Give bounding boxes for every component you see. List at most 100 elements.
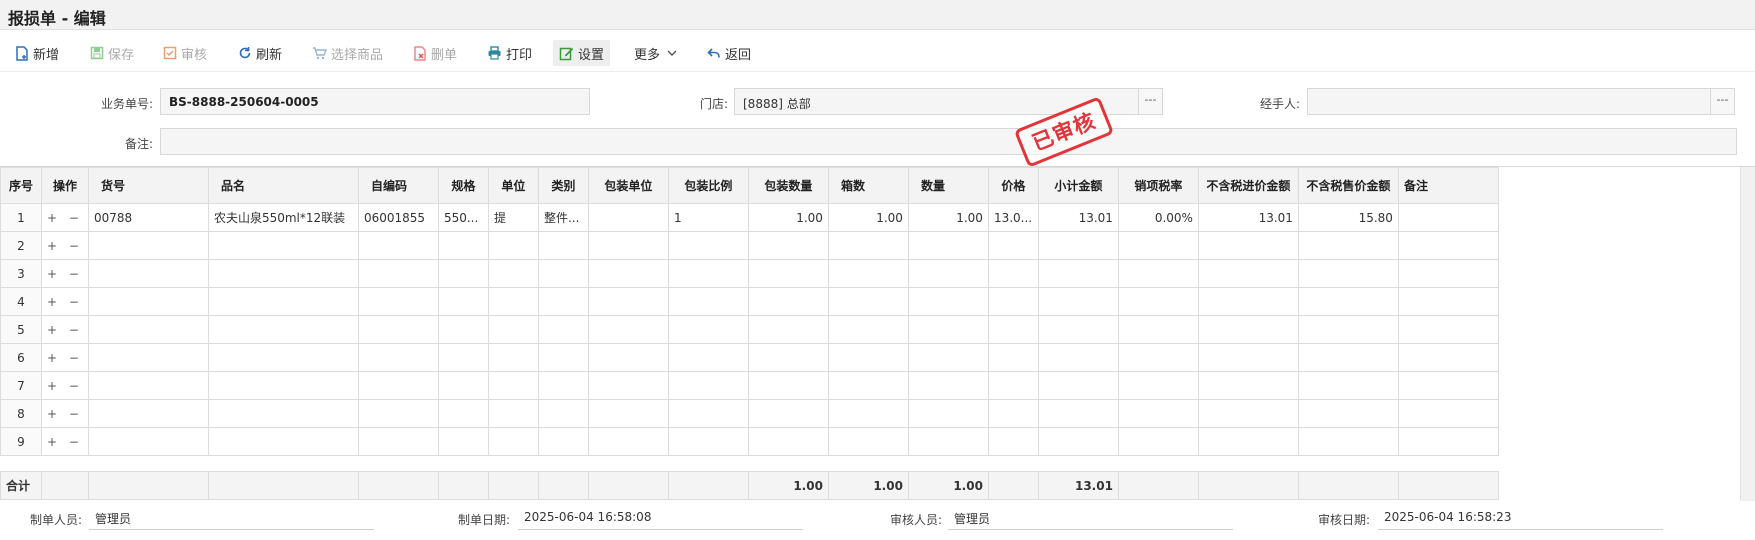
grid-cell[interactable] [587,427,669,456]
grid-cell[interactable] [1037,315,1119,344]
settings-button[interactable]: 设置 [553,40,611,66]
grid-cell[interactable] [437,287,489,316]
grid-cell[interactable] [1117,399,1199,428]
grid-cell[interactable] [1297,315,1399,344]
col-pack-qty-header[interactable]: 包装数量 [747,167,829,204]
grid-cell[interactable] [987,259,1039,288]
grid-cell[interactable] [827,427,909,456]
grid-cell[interactable] [987,315,1039,344]
col-spec-header[interactable]: 规格 [437,167,489,204]
grid-cell[interactable] [1197,427,1299,456]
vertical-scrollbar[interactable] [1740,167,1755,501]
grid-cell[interactable] [667,231,749,260]
grid-cell[interactable] [907,315,989,344]
grid-cell[interactable] [487,259,539,288]
grid-cell[interactable]: 13.01 [1197,203,1299,232]
new-button[interactable]: 新增 [9,40,65,66]
grid-cell[interactable] [1197,231,1299,260]
grid-cell[interactable] [987,399,1039,428]
grid-cell[interactable] [587,343,669,372]
col-unit-header[interactable]: 单位 [487,167,539,204]
grid-cell[interactable] [207,315,359,344]
grid-cell[interactable]: 1.00 [827,203,909,232]
grid-cell[interactable] [437,371,489,400]
grid-cell[interactable] [487,315,539,344]
grid-cell[interactable] [907,231,989,260]
grid-cell[interactable] [1297,399,1399,428]
grid-cell[interactable]: 1.00 [747,203,829,232]
refresh-button[interactable]: 刷新 [232,40,288,66]
grid-cell[interactable] [207,259,359,288]
col-boxes-header[interactable]: 箱数 [827,167,909,204]
grid-cell[interactable] [1397,259,1499,288]
grid-cell[interactable] [747,371,829,400]
grid-cell[interactable] [667,287,749,316]
grid-cell[interactable] [537,343,589,372]
grid-cell[interactable] [987,231,1039,260]
grid-cell[interactable] [1117,343,1199,372]
grid-cell[interactable] [207,343,359,372]
grid-cell[interactable] [537,287,589,316]
grid-cell[interactable] [437,231,489,260]
grid-cell[interactable] [827,259,909,288]
grid-cell[interactable] [1397,287,1499,316]
grid-cell[interactable] [1397,371,1499,400]
grid-cell[interactable] [1297,371,1399,400]
table-row[interactable]: 9 + − [0,427,1499,456]
grid-cell[interactable] [437,343,489,372]
grid-cell[interactable] [667,259,749,288]
grid-cell[interactable] [357,315,439,344]
grid-cell[interactable] [667,399,749,428]
col-name-header[interactable]: 品名 [207,167,359,204]
table-row[interactable]: 7 + − [0,371,1499,400]
grid-cell[interactable] [667,343,749,372]
select-goods-button[interactable]: 选择商品 [306,40,389,66]
grid-cell[interactable] [1397,343,1499,372]
print-button[interactable]: 打印 [481,40,538,66]
grid-cell[interactable]: 13.01 [1037,203,1119,232]
grid-cell[interactable] [1397,231,1499,260]
grid-cell[interactable] [987,427,1039,456]
col-qty-header[interactable]: 数量 [907,167,989,204]
grid-cell[interactable] [587,259,669,288]
grid-cell[interactable] [1117,371,1199,400]
grid-cell[interactable] [587,315,669,344]
grid-cell[interactable] [487,231,539,260]
col-sale-excl-tax-header[interactable]: 不含税售价金额 [1297,167,1399,204]
grid-cell[interactable] [1297,343,1399,372]
grid-cell[interactable] [907,371,989,400]
remark-field[interactable] [160,128,1737,155]
grid-cell[interactable]: 1 [667,203,749,232]
grid-cell[interactable] [487,343,539,372]
grid-cell[interactable]: 0.00% [1117,203,1199,232]
grid-cell[interactable] [827,231,909,260]
grid-cell[interactable] [1397,427,1499,456]
grid-cell[interactable] [87,287,209,316]
grid-cell[interactable] [87,427,209,456]
grid-cell[interactable] [207,231,359,260]
grid-cell[interactable] [1117,231,1199,260]
col-pack-ratio-header[interactable]: 包装比例 [667,167,749,204]
grid-cell[interactable] [827,315,909,344]
col-cost-excl-tax-header[interactable]: 不含税进价金额 [1197,167,1299,204]
col-category-header[interactable]: 类别 [537,167,589,204]
handler-picker-button[interactable]: --- [1710,88,1735,115]
row-add-remove-buttons[interactable]: + − [41,399,89,428]
grid-cell[interactable] [87,399,209,428]
grid-cell[interactable]: 550... [437,203,489,232]
grid-cell[interactable] [207,287,359,316]
grid-cell[interactable] [1297,259,1399,288]
grid-cell[interactable] [357,371,439,400]
grid-cell[interactable] [827,371,909,400]
grid-cell[interactable] [1197,287,1299,316]
table-row[interactable]: 8 + − [0,399,1499,428]
grid-cell[interactable] [747,231,829,260]
grid-cell[interactable]: 13.0... [987,203,1039,232]
grid-cell[interactable] [1297,287,1399,316]
row-add-remove-buttons[interactable]: + − [41,259,89,288]
grid-cell[interactable] [487,371,539,400]
grid-cell[interactable] [207,427,359,456]
grid-cell[interactable] [1117,427,1199,456]
col-seq-header[interactable]: 序号 [0,167,42,204]
grid-cell[interactable] [1197,371,1299,400]
